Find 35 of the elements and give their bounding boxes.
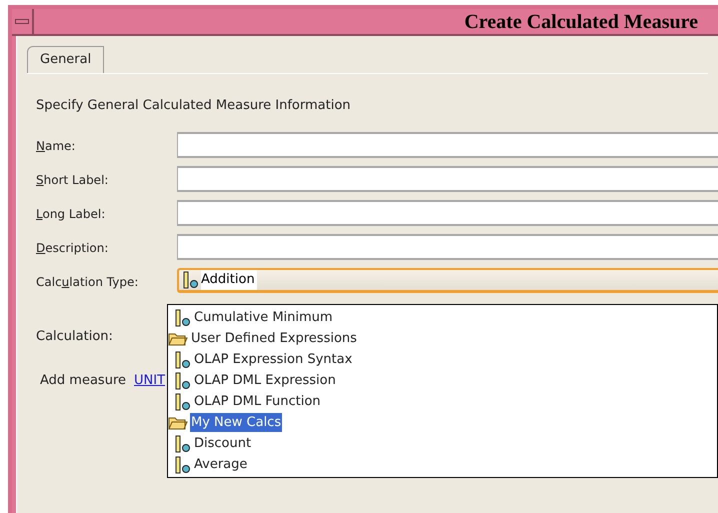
add-measure-label: Add measure — [40, 372, 126, 390]
window-menu-button[interactable] — [12, 9, 34, 34]
dropdown-option[interactable]: User Defined Expressions — [190, 328, 358, 348]
field-label: Long Label: — [36, 207, 106, 221]
ruler-icon — [175, 308, 191, 326]
field-label: Calculation Type: — [36, 274, 138, 288]
ruler-icon — [175, 392, 191, 410]
text-field[interactable] — [177, 166, 718, 192]
ruler-icon — [175, 456, 191, 474]
ruler-icon — [175, 350, 191, 368]
tab[interactable]: General — [27, 46, 104, 72]
text-field[interactable] — [177, 200, 718, 226]
dropdown-option[interactable]: Discount — [193, 434, 252, 454]
dropdown-option[interactable]: Average — [193, 454, 248, 474]
dropdown-option[interactable]: OLAP DML Function — [193, 392, 322, 412]
dropdown-option[interactable]: My New Calcs — [190, 412, 282, 432]
combo-value: Addition — [201, 270, 257, 290]
folder-icon — [168, 416, 188, 430]
ruler-icon — [183, 271, 199, 289]
field-label: Calculation: — [36, 329, 113, 344]
text-field[interactable] — [177, 132, 718, 158]
window-title: Create Calculated Measure — [464, 10, 698, 32]
dropdown-option[interactable]: OLAP Expression Syntax — [193, 350, 354, 370]
field-label: Description: — [36, 241, 108, 255]
dropdown-option[interactable]: OLAP DML Expression — [193, 370, 337, 390]
ruler-icon — [175, 434, 191, 452]
text-field[interactable] — [177, 234, 718, 260]
section-heading: Specify General Calculated Measure Information — [36, 96, 352, 114]
combo-box[interactable]: Addition — [177, 268, 718, 293]
measure-link[interactable]: UNIT — [134, 371, 166, 390]
field-label: Short Label: — [36, 173, 108, 187]
dropdown-option[interactable]: Cumulative Minimum — [193, 308, 334, 328]
ruler-icon — [175, 372, 191, 390]
field-label: Name: — [36, 139, 76, 153]
folder-icon — [168, 332, 188, 346]
